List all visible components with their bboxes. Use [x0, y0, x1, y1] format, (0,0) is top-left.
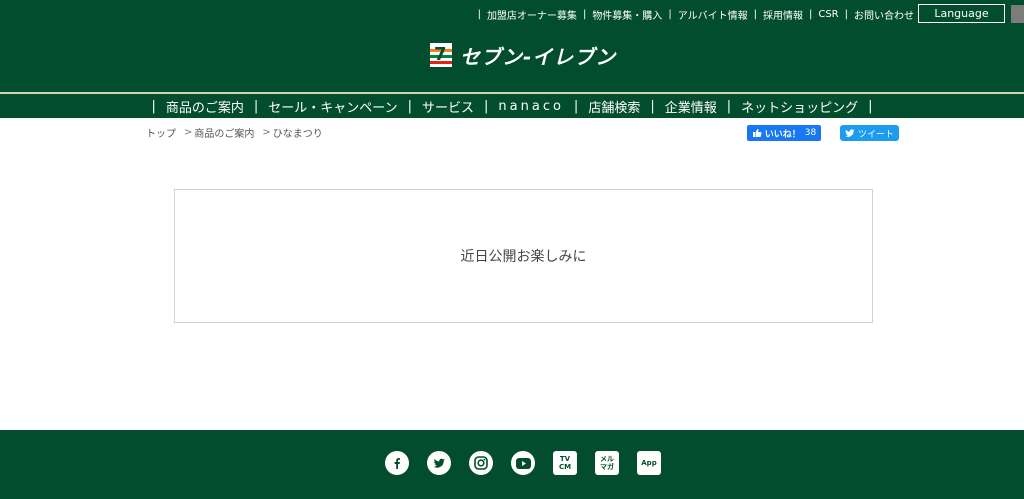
breadcrumb-products[interactable]: 商品のご案内	[194, 125, 254, 140]
gnav-item-net-shopping[interactable]: ネットショッピング	[741, 97, 858, 116]
tv-cm-icon[interactable]: TV CM	[553, 451, 577, 475]
util-link-recruit[interactable]: 採用情報	[763, 7, 803, 22]
like-count: 38	[804, 128, 817, 138]
breadcrumb-current: ひなまつり	[272, 129, 323, 140]
app-icon[interactable]: App	[637, 451, 661, 475]
util-link-franchise[interactable]: 加盟店オーナー募集	[487, 7, 577, 22]
separator: |	[753, 8, 757, 20]
twitter-bird-icon	[845, 129, 855, 137]
separator: |	[477, 8, 481, 20]
facebook-icon[interactable]	[385, 451, 409, 475]
gnav-item-service[interactable]: サービス	[422, 97, 474, 116]
twitter-icon[interactable]	[427, 451, 451, 475]
util-link-property[interactable]: 物件募集・購入	[592, 7, 662, 22]
mailmag-label-top: メル	[600, 455, 614, 463]
separator: |	[726, 98, 732, 114]
tvcm-label-top: TV	[559, 455, 571, 463]
tweet-label: ツイート	[857, 129, 894, 140]
separator: |	[573, 98, 579, 114]
separator: |	[808, 8, 813, 20]
coming-soon-box: 近日公開お楽しみに	[174, 189, 873, 323]
utility-nav: | 加盟店オーナー募集 | 物件募集・購入 | アルバイト情報 | 採用情報 |…	[472, 5, 914, 23]
separator: |	[253, 98, 259, 114]
tvcm-label-bottom: CM	[558, 463, 572, 471]
util-link-contact[interactable]: お問い合わせ	[854, 7, 914, 22]
separator: |	[582, 8, 587, 20]
facebook-like-button[interactable]: いいね！ 38	[747, 125, 821, 141]
global-nav: | 商品のご案内 | セール・キャンペーン | サービス | nanaco | …	[0, 92, 1024, 118]
youtube-icon[interactable]	[511, 451, 535, 475]
chevron-right-icon: >	[184, 127, 193, 138]
chevron-right-icon: >	[262, 127, 271, 138]
social-links: TV CM メル マガ App	[385, 451, 679, 475]
coming-soon-message: 近日公開お楽しみに	[460, 249, 587, 265]
site-logo[interactable]: 7 セブン-イレブン	[430, 40, 616, 70]
mail-magazine-icon[interactable]: メル マガ	[595, 451, 619, 475]
scrollbar[interactable]	[1011, 5, 1024, 23]
util-link-csr[interactable]: CSR	[818, 9, 838, 20]
util-link-parttime[interactable]: アルバイト情報	[678, 7, 748, 22]
like-label: いいね！	[764, 129, 801, 140]
site-header: | 加盟店オーナー募集 | 物件募集・購入 | アルバイト情報 | 採用情報 |…	[0, 0, 1024, 118]
breadcrumb-top[interactable]: トップ	[146, 125, 176, 140]
app-label: App	[641, 459, 657, 467]
gnav-item-nanaco[interactable]: nanaco	[498, 99, 564, 114]
seven-eleven-mark-icon: 7	[430, 43, 452, 67]
separator: |	[668, 8, 672, 20]
gnav-item-store-search[interactable]: 店舗検索	[588, 97, 640, 116]
thumbs-up-icon	[752, 129, 762, 137]
separator: |	[844, 8, 848, 20]
mailmag-label-bottom: マガ	[600, 463, 614, 471]
tweet-button[interactable]: ツイート	[840, 125, 899, 141]
gnav-item-products[interactable]: 商品のご案内	[166, 97, 244, 116]
separator: |	[650, 98, 655, 114]
separator: |	[868, 98, 873, 114]
separator: |	[484, 98, 489, 114]
logo-text: セブン-イレブン	[460, 44, 617, 69]
site-footer: TV CM メル マガ App	[0, 430, 1024, 499]
language-button[interactable]: Language	[918, 4, 1005, 23]
gnav-item-corporate[interactable]: 企業情報	[665, 97, 717, 116]
breadcrumb: トップ > 商品のご案内 > ひなまつり	[146, 125, 323, 140]
separator: |	[407, 98, 412, 114]
separator: |	[151, 98, 156, 114]
instagram-icon[interactable]	[469, 451, 493, 475]
gnav-item-campaign[interactable]: セール・キャンペーン	[268, 97, 397, 116]
